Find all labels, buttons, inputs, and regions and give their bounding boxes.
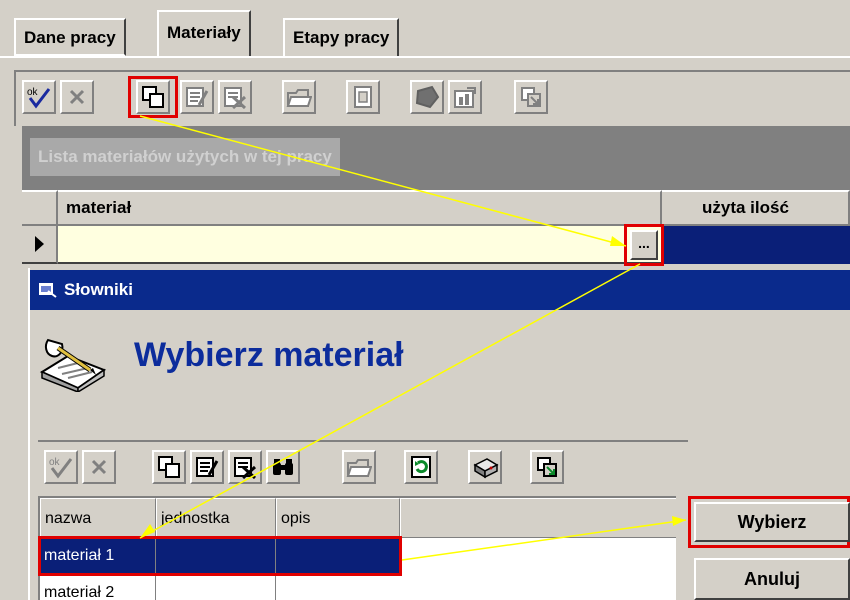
- print-icon: [473, 458, 499, 479]
- dialog-export-button[interactable]: [530, 450, 564, 484]
- material-cell[interactable]: [58, 226, 662, 264]
- export-icon: [537, 457, 557, 477]
- dialog-titlebar: Słowniki: [30, 270, 850, 310]
- cancel-icon: [69, 89, 85, 105]
- shape-button[interactable]: [410, 80, 444, 114]
- dialog-edit-record-button[interactable]: [190, 450, 224, 484]
- export-icon: [521, 87, 541, 107]
- tab-strip: [0, 0, 850, 56]
- edit-record-icon: [196, 457, 219, 477]
- open-folder-icon: [346, 459, 372, 477]
- tab-content-border: [0, 56, 850, 58]
- edit-record-button[interactable]: [180, 80, 214, 114]
- chart-button[interactable]: [448, 80, 482, 114]
- delete-record-icon: [224, 87, 247, 109]
- new-record-icon: [158, 456, 180, 478]
- grid-header-opis[interactable]: opis: [276, 498, 400, 538]
- column-header-qty[interactable]: użyta ilość: [662, 190, 850, 226]
- list-item-2-unit[interactable]: [156, 576, 276, 600]
- document-icon: [354, 86, 372, 108]
- tab-etapy-pracy[interactable]: Etapy pracy: [283, 18, 400, 56]
- refresh-icon: [411, 456, 431, 478]
- document-button[interactable]: [346, 80, 380, 114]
- new-record-button[interactable]: [136, 80, 170, 114]
- export-button[interactable]: [514, 80, 548, 114]
- shape-icon: [415, 85, 440, 109]
- delete-record-icon: [234, 457, 257, 479]
- dictionary-window-icon: [39, 283, 57, 298]
- panel-caption: Lista materiałów użytych w tej pracy: [30, 138, 340, 176]
- tab-materialy[interactable]: Materiały: [157, 10, 251, 56]
- svg-text:ok: ok: [27, 87, 39, 98]
- grid-header-indicator: [22, 190, 58, 226]
- dialog-ok-button[interactable]: ok: [44, 450, 78, 484]
- cancel-dialog-button[interactable]: Anuluj: [694, 558, 850, 600]
- dialog-heading: Wybierz materiał: [134, 336, 404, 374]
- column-header-material[interactable]: materiał: [58, 190, 662, 226]
- cancel-button[interactable]: [60, 80, 94, 114]
- qty-cell[interactable]: [664, 226, 850, 264]
- panel-caption-text: Lista materiałów użytych w tej pracy: [38, 147, 332, 166]
- row-highlight: [38, 536, 402, 576]
- ok-icon: ok: [27, 87, 51, 109]
- open-folder-button[interactable]: [282, 80, 316, 114]
- dialog-find-button[interactable]: [266, 450, 300, 484]
- new-record-icon: [142, 86, 164, 108]
- delete-record-button[interactable]: [218, 80, 252, 114]
- cancel-icon: [91, 459, 107, 475]
- dialog-delete-record-button[interactable]: [228, 450, 262, 484]
- svg-text:ok: ok: [49, 457, 61, 468]
- grid-header-jednostka[interactable]: jednostka: [156, 498, 276, 538]
- list-item-2[interactable]: materiał 2: [40, 576, 156, 600]
- dialog-new-record-button[interactable]: [152, 450, 186, 484]
- dialog-refresh-button[interactable]: [404, 450, 438, 484]
- grid-header-nazwa[interactable]: nazwa: [40, 498, 156, 538]
- tab-dane-pracy[interactable]: Dane pracy: [14, 18, 126, 56]
- notebook-pencil-icon: [39, 338, 107, 392]
- row-pointer-icon: [35, 236, 44, 252]
- ok-button[interactable]: ok: [22, 80, 56, 114]
- edit-record-icon: [186, 87, 209, 107]
- open-folder-icon: [286, 89, 312, 107]
- row-indicator: [22, 226, 58, 264]
- select-button[interactable]: Wybierz: [694, 502, 850, 542]
- grid-header-filler: [400, 498, 676, 538]
- binoculars-icon: [273, 459, 293, 475]
- ellipsis-button[interactable]: ...: [630, 230, 658, 260]
- dialog-title: Słowniki: [64, 280, 133, 299]
- chart-icon: [454, 87, 476, 108]
- dialog-cancel-button[interactable]: [82, 450, 116, 484]
- ok-icon: ok: [49, 457, 73, 479]
- dialog-print-button[interactable]: [468, 450, 502, 484]
- dialog-open-folder-button[interactable]: [342, 450, 376, 484]
